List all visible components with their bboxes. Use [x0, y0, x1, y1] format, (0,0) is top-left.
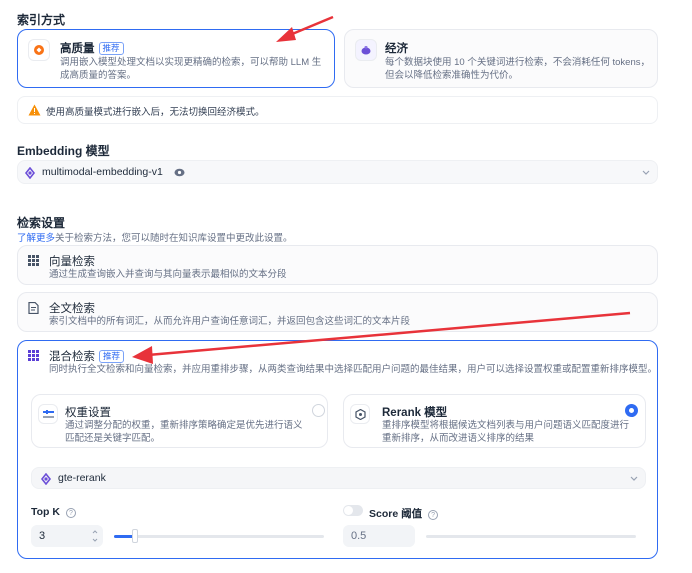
arrow-to-high-quality	[276, 15, 334, 42]
arrow-to-hybrid	[132, 311, 631, 364]
annotation-arrows	[132, 15, 631, 364]
